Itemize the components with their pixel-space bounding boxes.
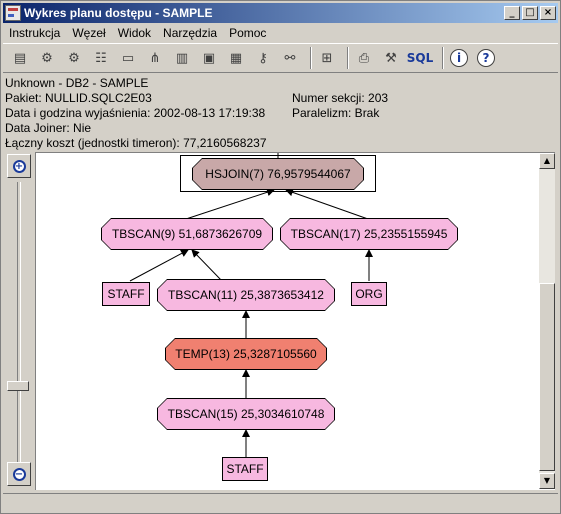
data-joiner-line: Data Joiner: Nie [5, 121, 92, 135]
menu-bar: Instrukcja Węzeł Widok Narzędzia Pomoc [3, 24, 558, 42]
print-icon[interactable]: ⎙ [353, 47, 375, 69]
key-icon[interactable]: ⚷ [252, 47, 274, 69]
toolbar-separator [442, 47, 444, 69]
zoom-slider-track[interactable] [17, 182, 21, 462]
menu-narzedzia[interactable]: Narzędzia [157, 26, 223, 40]
minimize-button[interactable]: _ [504, 6, 520, 20]
node-hsjoin[interactable]: HSJOIN(7) 76,9579544067 [192, 158, 364, 190]
title-bar[interactable]: Wykres planu dostępu - SAMPLE _ □ × [3, 3, 558, 23]
tools-icon[interactable]: ⚒ [380, 47, 402, 69]
package-line: Pakiet: NULLID.SQLC2E03 [5, 91, 152, 105]
graph-edges [129, 153, 373, 458]
app-icon [5, 5, 21, 21]
table-staff[interactable]: STAFF [102, 282, 150, 306]
node-tbscan11-label: TBSCAN(11) 25,3873653412 [158, 280, 334, 310]
zoom-in-icon: + [12, 159, 26, 173]
zoom-out-button[interactable]: − [7, 462, 31, 486]
graph-icon[interactable]: ⋔ [144, 47, 166, 69]
statement-icon[interactable]: ▤ [9, 47, 31, 69]
close-button[interactable]: × [540, 6, 556, 20]
scroll-down-arrow-icon[interactable]: ▼ [539, 473, 555, 489]
plan-info: Unknown - DB2 - SAMPLE Pakiet: NULLID.SQ… [5, 76, 555, 152]
note-icon[interactable]: ▦ [225, 47, 247, 69]
node-details-icon[interactable]: ⚙ [36, 47, 58, 69]
node-tbscan15-label: TBSCAN(15) 25,3034610748 [158, 399, 334, 429]
help-button[interactable]: ? [475, 47, 497, 69]
network-icon[interactable]: ⚯ [279, 47, 301, 69]
vertical-scrollbar[interactable]: ▲ ▼ [539, 153, 555, 489]
explain-time-line: Data i godzina wyjaśnienia: 2002-08-13 1… [5, 106, 266, 120]
edge-tbscan17-hsjoin [285, 188, 369, 220]
zoom-panel: + − [3, 152, 33, 490]
scroll-up-arrow-icon[interactable]: ▲ [539, 153, 555, 169]
menu-pomoc[interactable]: Pomoc [223, 26, 272, 40]
node-tbscan17[interactable]: TBSCAN(17) 25,2355155945 [280, 218, 458, 250]
node-temp13[interactable]: TEMP(13) 25,3287105560 [165, 338, 327, 370]
menu-instrukcja[interactable]: Instrukcja [3, 26, 66, 40]
scrollbar-thumb[interactable] [539, 283, 555, 471]
graph-canvas[interactable]: HSJOIN(7) 76,9579544067 TBSCAN(9) 51,687… [35, 152, 555, 490]
menu-wezel[interactable]: Węzeł [66, 26, 111, 40]
info-button[interactable]: i [448, 47, 470, 69]
section-number-line: Numer sekcji: 203 [292, 91, 389, 105]
total-cost-line: Łączny koszt (jednostki timeron): 77,216… [5, 136, 267, 150]
toolbar-separator [347, 47, 349, 69]
node-tbscan9-label: TBSCAN(9) 51,6873626709 [102, 219, 272, 249]
tree-icon[interactable]: ☷ [90, 47, 112, 69]
edge-staff-tbscan9 [129, 249, 189, 282]
app-window: Wykres planu dostępu - SAMPLE _ □ × Inst… [0, 0, 561, 514]
zoom-in-button[interactable]: + [7, 154, 31, 178]
db-line: Unknown - DB2 - SAMPLE [5, 76, 149, 90]
zoom-slider-thumb[interactable] [7, 381, 29, 392]
table-icon[interactable]: ▥ [171, 47, 193, 69]
edge-tbscan11-tbscan9 [191, 249, 223, 282]
node-tbscan9[interactable]: TBSCAN(9) 51,6873626709 [101, 218, 273, 250]
help-icon: ? [477, 49, 495, 67]
table-org[interactable]: ORG [351, 282, 387, 306]
info-icon: i [450, 49, 468, 67]
sql-button[interactable]: SQL [407, 47, 434, 69]
zoom-out-icon: − [12, 467, 26, 481]
status-bar [3, 493, 558, 511]
node-details2-icon[interactable]: ⚙ [63, 47, 85, 69]
sql-text-icon[interactable]: ▭ [117, 47, 139, 69]
table-staff-2[interactable]: STAFF [222, 457, 268, 481]
window-title: Wykres planu dostępu - SAMPLE [24, 6, 213, 20]
node-tbscan11[interactable]: TBSCAN(11) 25,3873653412 [157, 279, 335, 311]
node-temp13-label: TEMP(13) 25,3287105560 [166, 339, 326, 369]
maximize-button[interactable]: □ [522, 6, 538, 20]
properties-icon[interactable]: ⊞ [316, 47, 338, 69]
node-hsjoin-label: HSJOIN(7) 76,9579544067 [193, 159, 363, 189]
toolbar-separator [310, 47, 312, 69]
monitor-icon[interactable]: ▣ [198, 47, 220, 69]
edge-tbscan9-hsjoin [185, 188, 275, 220]
menu-widok[interactable]: Widok [112, 26, 157, 40]
node-tbscan17-label: TBSCAN(17) 25,2355155945 [281, 219, 457, 249]
parallelism-line: Paralelizm: Brak [292, 106, 380, 120]
toolbar: ▤ ⚙ ⚙ ☷ ▭ ⋔ ▥ ▣ ▦ ⚷ ⚯ ⊞ ⎙ ⚒ SQL i ? [3, 43, 558, 73]
node-tbscan15[interactable]: TBSCAN(15) 25,3034610748 [157, 398, 335, 430]
